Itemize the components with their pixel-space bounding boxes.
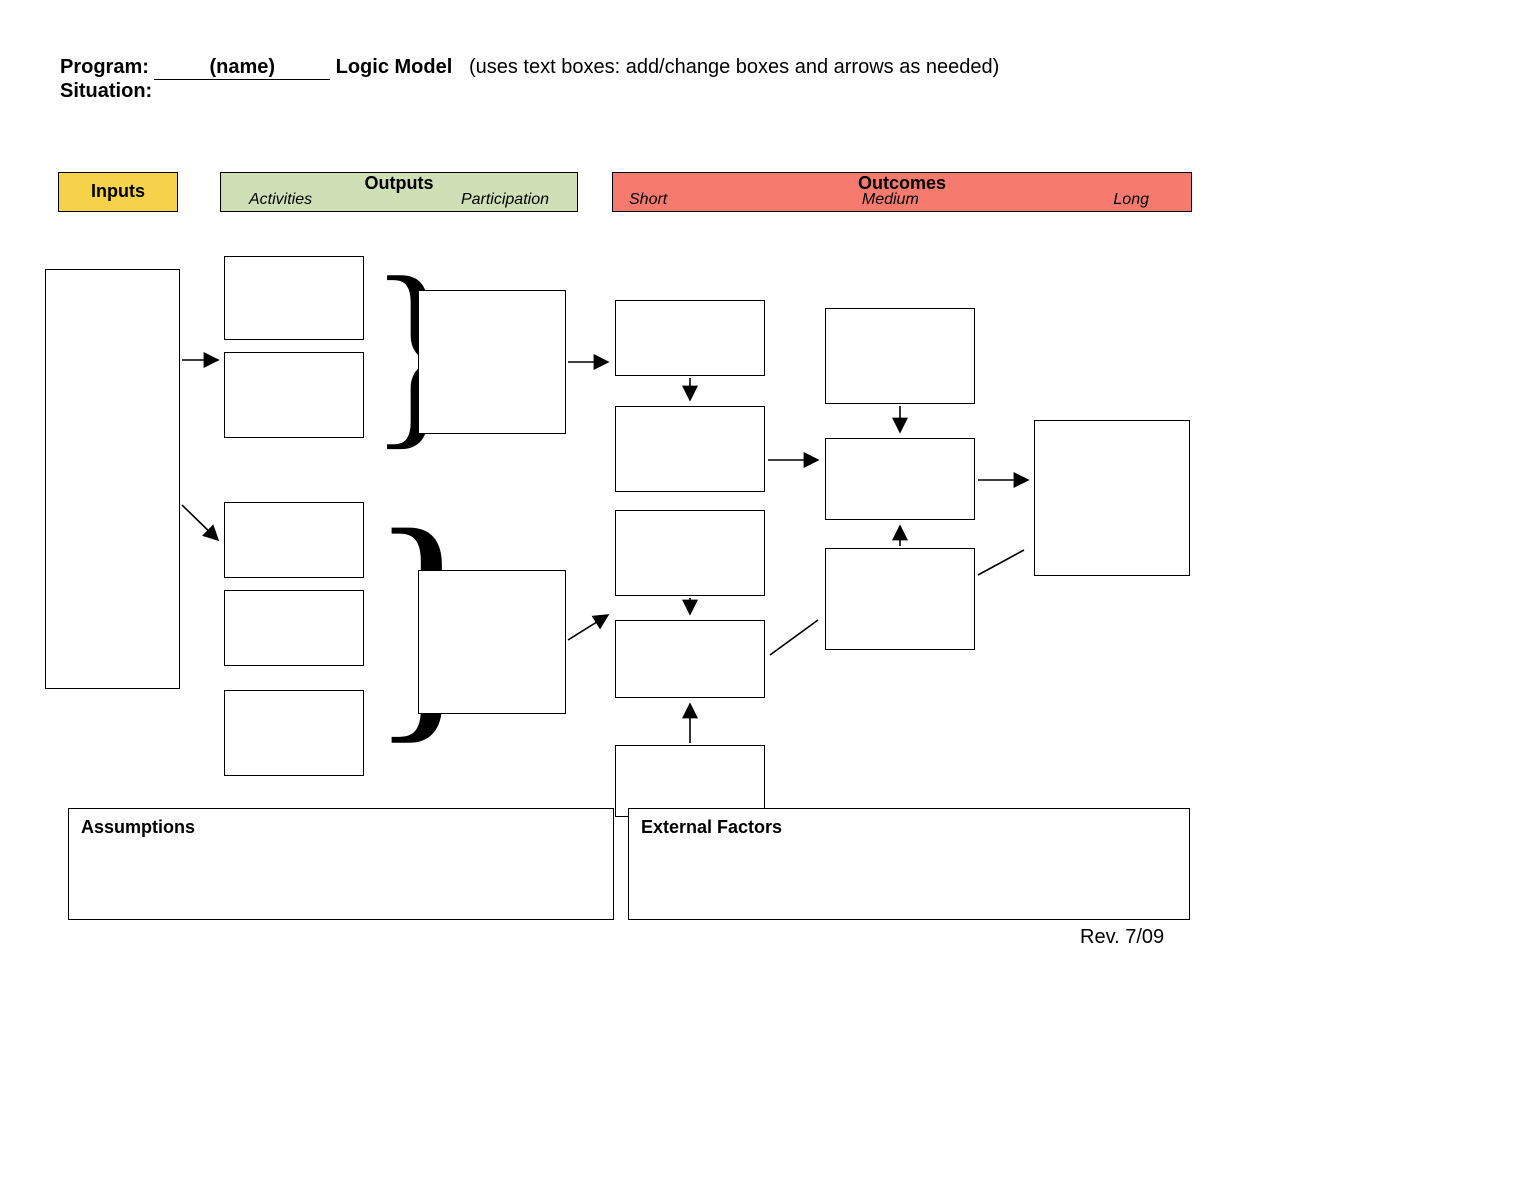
logic-model-page: Program: (name) Logic Model (uses text b… [0, 0, 1536, 1187]
arrows-layer [0, 0, 1536, 1187]
